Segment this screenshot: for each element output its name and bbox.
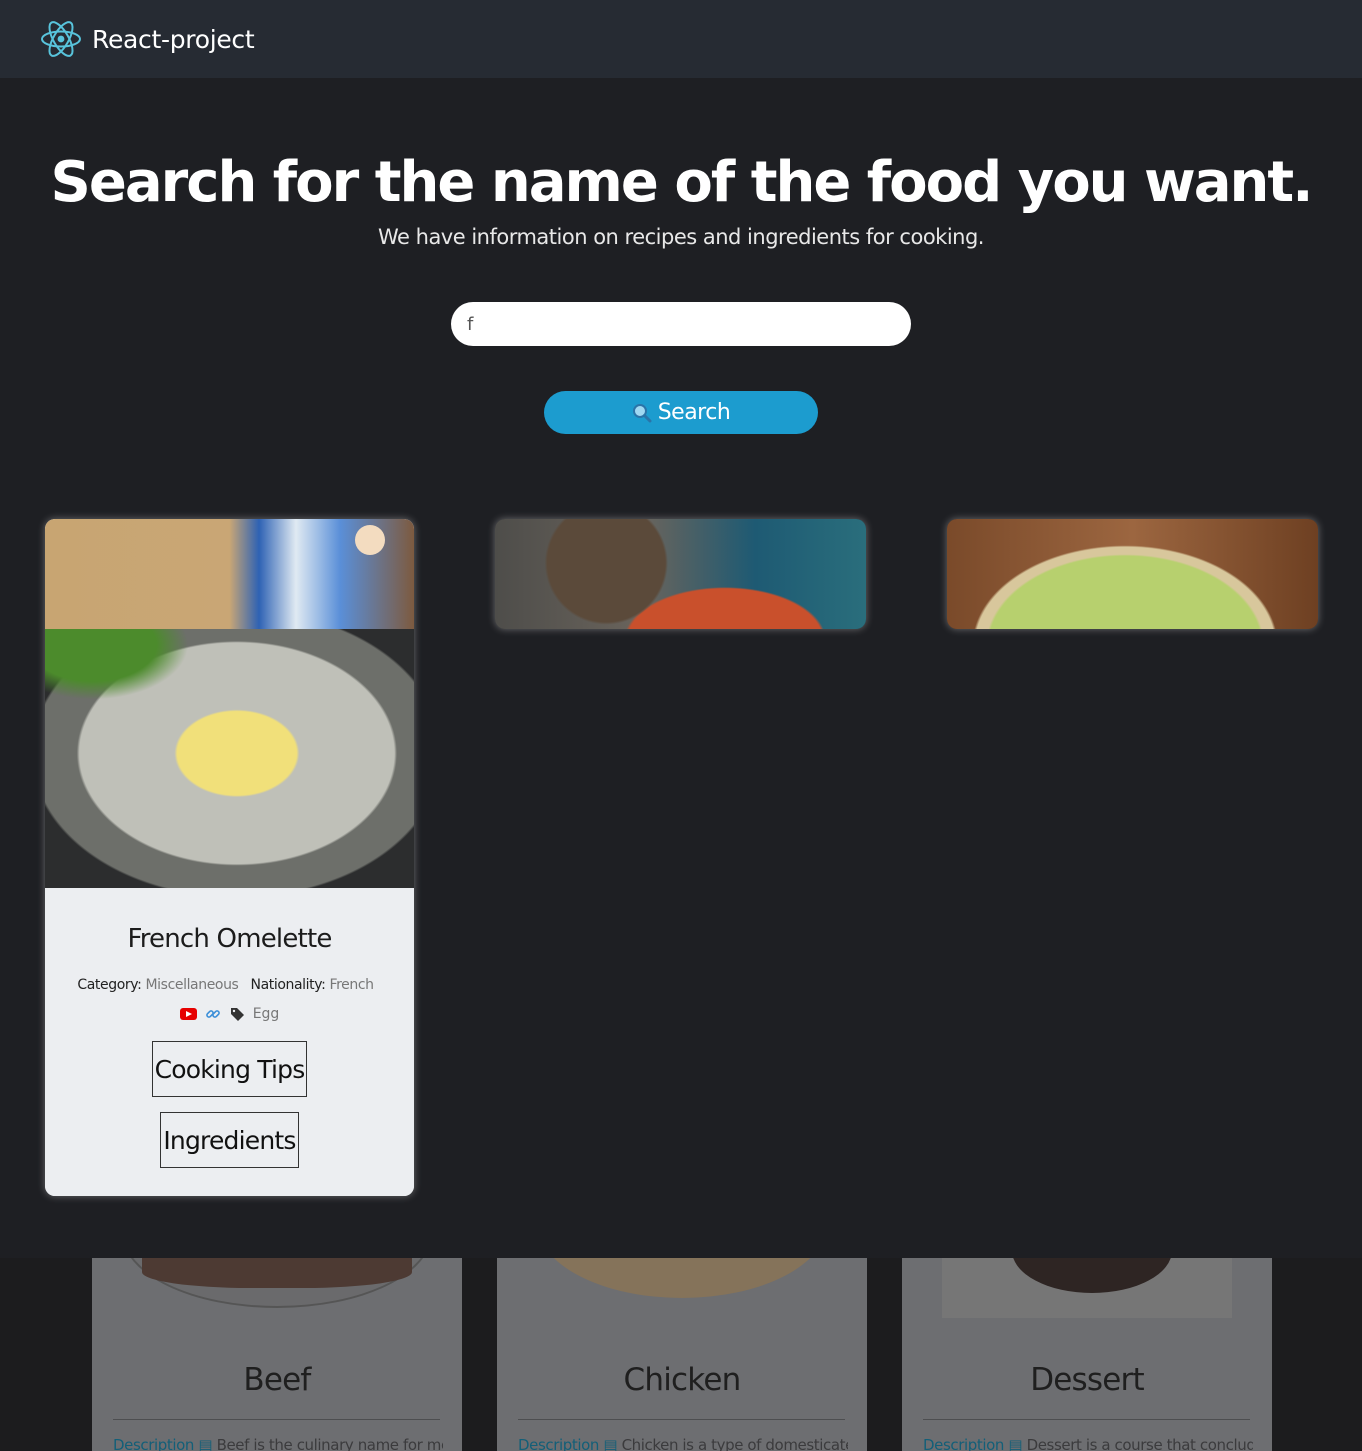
category-label: Category: <box>77 977 142 993</box>
meal-title: French Omelette <box>127 924 332 954</box>
description-text: Beef is the culinary name for meat <box>216 1436 443 1451</box>
category-name: Chicken <box>623 1362 742 1398</box>
category-image <box>537 1258 827 1298</box>
youtube-icon[interactable] <box>179 1008 197 1020</box>
meal-card[interactable] <box>947 519 1318 629</box>
meal-card[interactable] <box>495 519 866 629</box>
search-button[interactable]: Search <box>544 391 818 434</box>
category-card-dessert[interactable]: Dessert Description ▤ Dessert is a cours… <box>902 1258 1272 1451</box>
tag-icon <box>230 1008 244 1021</box>
category-description: Description ▤ Chicken is a type of domes… <box>518 1436 848 1451</box>
meal-thumbnail <box>495 519 866 629</box>
category-name: Dessert <box>1030 1362 1144 1398</box>
description-link[interactable]: Description <box>923 1436 1004 1451</box>
description-text: Chicken is a type of domesticated <box>621 1436 848 1451</box>
category-value: Miscellaneous <box>145 977 239 993</box>
category-card-beef[interactable]: Beef Description ▤ Beef is the culinary … <box>92 1258 462 1451</box>
chef-figurine <box>355 525 385 555</box>
document-icon: ▤ <box>1008 1436 1023 1451</box>
category-description: Description ▤ Beef is the culinary name … <box>113 1436 443 1451</box>
cooking-tips-button[interactable]: Cooking Tips <box>152 1041 307 1097</box>
search-button-label: Search <box>657 400 731 425</box>
magnifier-icon <box>632 403 652 422</box>
description-link[interactable]: Description <box>113 1436 194 1451</box>
search-input[interactable] <box>451 302 911 346</box>
document-icon: ▤ <box>198 1436 213 1451</box>
category-card-chicken[interactable]: Chicken Description ▤ Chicken is a type … <box>497 1258 867 1451</box>
meal-card-body: French Omelette Category: Miscellaneous … <box>45 888 414 1196</box>
meal-photo-greens <box>45 629 205 709</box>
react-atom-icon <box>41 21 81 57</box>
meal-links: Egg <box>45 1006 414 1022</box>
ingredients-button[interactable]: Ingredients <box>160 1112 299 1168</box>
nationality-label: Nationality: <box>250 977 326 993</box>
document-icon: ▤ <box>603 1436 618 1451</box>
description-text: Dessert is a course that concludes a <box>1026 1436 1253 1451</box>
divider <box>518 1419 845 1420</box>
category-section: Beef Description ▤ Beef is the culinary … <box>0 1258 1362 1451</box>
brand[interactable]: React-project <box>40 18 255 60</box>
brand-title: React-project <box>92 24 255 54</box>
category-image-detail <box>142 1258 412 1288</box>
description-link[interactable]: Description <box>518 1436 599 1451</box>
category-name: Beef <box>243 1362 311 1398</box>
divider <box>923 1419 1250 1420</box>
meal-tag: Egg <box>252 1006 280 1022</box>
meal-thumbnail <box>947 519 1318 629</box>
page-title: Search for the name of the food you want… <box>50 150 1314 215</box>
navbar: React-project <box>0 0 1362 78</box>
meal-meta: Category: Miscellaneous Nationality: Fre… <box>45 977 414 993</box>
nationality-value: French <box>329 977 374 993</box>
link-icon[interactable] <box>205 1006 221 1022</box>
meal-thumbnail <box>45 519 414 629</box>
divider <box>113 1419 440 1420</box>
category-description: Description ▤ Dessert is a course that c… <box>923 1436 1253 1451</box>
meal-card: French Omelette Category: Miscellaneous … <box>45 519 414 1196</box>
page-subtitle: We have information on recipes and ingre… <box>378 225 984 249</box>
